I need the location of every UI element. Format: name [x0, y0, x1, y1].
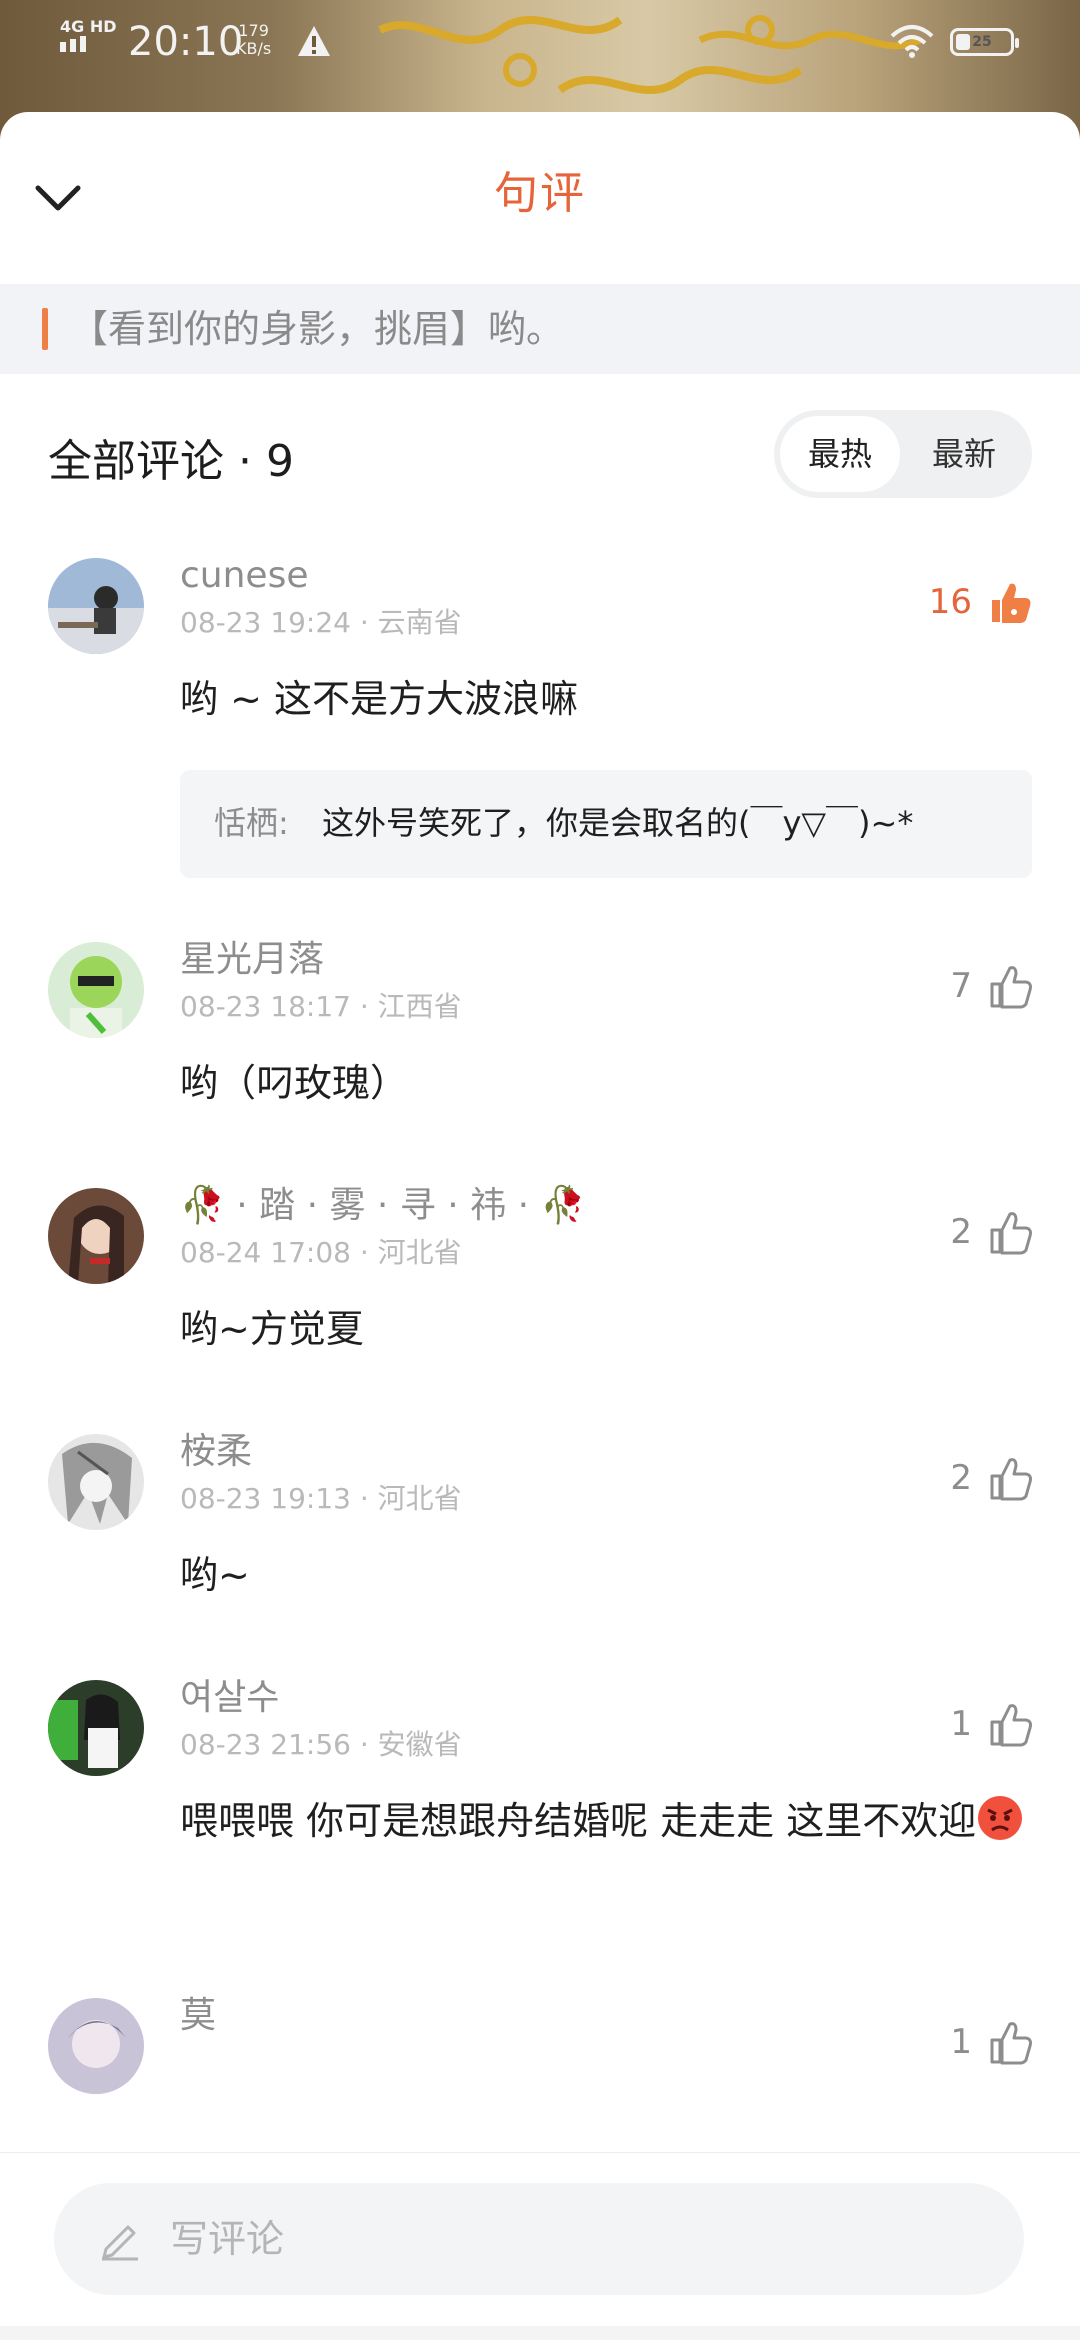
comment-list: cunese 08-23 19:24 · 云南省 16 哟 ~ 这不是方大波浪嘛… [0, 552, 1080, 2152]
comment-item: 桉柔 08-23 19:13 · 河北省 2 哟~ [0, 1428, 1080, 1668]
comment-location: 安徽省 [377, 1728, 462, 1761]
network-speed-value: 179 [238, 21, 269, 40]
signal-label: 4G HD [60, 17, 117, 36]
thumbs-up-icon [990, 1212, 1032, 1255]
thumbs-up-filled-icon [992, 583, 1031, 623]
comment-item: 莫 1 [0, 1992, 1080, 2152]
comment-meta: 08-24 17:08 · 河北省 [180, 1236, 462, 1269]
comment-username[interactable]: 桉柔 [180, 1428, 252, 1476]
comment-item: cunese 08-23 19:24 · 云南省 16 哟 ~ 这不是方大波浪嘛… [0, 552, 1080, 932]
like-count: 16 [928, 582, 972, 622]
like-button[interactable]: 16 [929, 574, 1034, 630]
write-comment-input[interactable]: 写评论 [54, 2183, 1024, 2295]
avatar[interactable] [48, 1998, 144, 2094]
sheet-title: 句评 [494, 168, 586, 219]
battery-level: 25 [972, 34, 992, 50]
sort-hot-button[interactable]: 最热 [780, 416, 900, 492]
status-bar: 4G HD 20:10 179 KB/s 25 [0, 0, 1080, 90]
avatar[interactable] [48, 1680, 144, 1776]
like-button[interactable]: 1 [950, 1696, 1034, 1752]
avatar[interactable] [48, 558, 144, 654]
like-button[interactable]: 2 [950, 1450, 1034, 1506]
comment-text: 哟~方觉夏 [180, 1307, 364, 1351]
comment-input-area: 写评论 [0, 2152, 1080, 2329]
comment-item: 🥀 · 踏 · 雾 · 寻 · 祎 · 🥀 08-24 17:08 · 河北省 … [0, 1182, 1080, 1422]
quote-text: 【看到你的身影，挑眉】哟。 [70, 307, 565, 351]
like-button[interactable]: 1 [950, 2014, 1034, 2070]
avatar[interactable] [48, 942, 144, 1038]
comment-text: 哟 ~ 这不是方大波浪嘛 [180, 677, 578, 721]
clock: 20:10 [128, 19, 244, 65]
comment-location: 河北省 [377, 1482, 462, 1515]
network-speed: 179 KB/s [236, 22, 271, 58]
comment-time: 08-23 21:56 [180, 1728, 351, 1761]
quoted-sentence: 【看到你的身影，挑眉】哟。 [0, 284, 1080, 374]
like-button[interactable]: 7 [950, 958, 1034, 1014]
reply-text: 这外号笑死了，你是会取名的(￣y▽￣)~* [322, 804, 914, 842]
wifi-icon [890, 24, 934, 62]
comment-meta: 08-23 19:13 · 河北省 [180, 1482, 462, 1515]
thumbs-up-icon [990, 2022, 1032, 2065]
comment-time: 08-23 19:13 [180, 1482, 351, 1515]
like-count: 2 [950, 1458, 972, 1498]
like-button[interactable]: 2 [950, 1204, 1034, 1260]
quote-accent-bar [42, 308, 48, 350]
angry-emoji-icon [978, 1796, 1023, 1840]
sort-toggle: 最热 最新 [774, 410, 1032, 498]
thumbs-up-icon [990, 1704, 1032, 1747]
like-count: 1 [950, 1704, 972, 1744]
comment-location: 江西省 [377, 990, 462, 1023]
like-count: 7 [950, 966, 972, 1006]
comment-text: 哟（叼玫瑰） [180, 1061, 409, 1105]
comment-location: 河北省 [377, 1236, 462, 1269]
warning-icon [296, 24, 332, 62]
comment-time: 08-23 18:17 [180, 990, 351, 1023]
comment-item: 여살수 08-23 21:56 · 安徽省 1 喂喂喂 你可是想跟舟结婚呢 走走… [0, 1674, 1080, 1984]
comment-time: 08-24 17:08 [180, 1236, 351, 1269]
comments-count-title: 全部评论 · 9 [48, 436, 294, 487]
like-count: 2 [950, 1212, 972, 1252]
pen-icon [102, 2225, 138, 2261]
system-nav-bar [0, 2326, 1080, 2340]
avatar[interactable] [48, 1188, 144, 1284]
comment-location: 云南省 [377, 606, 462, 639]
comment-username[interactable]: cunese [180, 552, 308, 600]
comment-text: 哟~ [180, 1553, 250, 1597]
sort-new-button[interactable]: 最新 [904, 416, 1024, 492]
comments-sheet: 句评 【看到你的身影，挑眉】哟。 全部评论 · 9 最热 最新 cunese 0… [0, 112, 1080, 2340]
thumbs-up-icon [990, 1458, 1032, 1501]
comment-time: 08-23 19:24 [180, 606, 351, 639]
battery-icon: 25 [950, 28, 1019, 56]
network-speed-unit: KB/s [236, 39, 272, 58]
signal-icon: 4G HD [60, 18, 117, 56]
comment-item: 星光月落 08-23 18:17 · 江西省 7 哟（叼玫瑰） [0, 936, 1080, 1176]
reply-author[interactable]: 恬栖: [214, 798, 289, 848]
comment-username[interactable]: 여살수 [180, 1674, 279, 1722]
thumbs-up-icon [990, 966, 1032, 1009]
reply-preview[interactable]: 恬栖: 这外号笑死了，你是会取名的(￣y▽￣)~* [180, 770, 1032, 878]
comment-username[interactable]: 🥀 · 踏 · 雾 · 寻 · 祎 · 🥀 [180, 1182, 585, 1230]
like-count: 1 [950, 2022, 972, 2062]
comment-username[interactable]: 星光月落 [180, 936, 324, 984]
sheet-header: 句评 [0, 112, 1080, 284]
comment-meta: 08-23 21:56 · 安徽省 [180, 1728, 462, 1761]
comment-username[interactable]: 莫 [180, 1992, 216, 2040]
write-comment-placeholder: 写评论 [170, 2217, 285, 2261]
comment-meta: 08-23 18:17 · 江西省 [180, 990, 462, 1023]
comment-text-content: 喂喂喂 你可是想跟舟结婚呢 走走走 这里不欢迎 [180, 1799, 977, 1843]
comment-text: 喂喂喂 你可是想跟舟结婚呢 走走走 这里不欢迎 [180, 1788, 1030, 1854]
avatar[interactable] [48, 1434, 144, 1530]
comment-meta: 08-23 19:24 · 云南省 [180, 606, 462, 639]
